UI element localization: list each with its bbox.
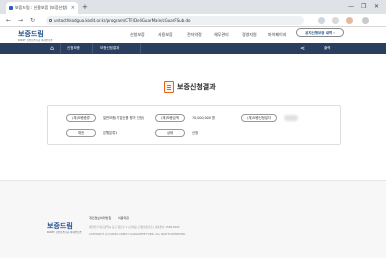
footer-copyright: COPYRIGHT (C) KOREA CREDIT GUARANTEE FUN… bbox=[89, 233, 187, 236]
breadcrumb-level-1[interactable]: 신청보증 bbox=[67, 45, 80, 52]
forward-icon[interactable]: → bbox=[18, 16, 23, 25]
notice-application-button[interactable]: 공지신청보증 내역 › bbox=[296, 28, 344, 37]
status-label: 상태 bbox=[155, 129, 185, 137]
browser-tab-bar: 보증드림 : 신용보증 (보증신청) × + — ❐ ✕ bbox=[0, 0, 386, 14]
guarantee-type-value: 일반보증(기업신용 평가 인정) bbox=[103, 116, 145, 120]
share-icon[interactable]: ⋖ bbox=[300, 44, 305, 53]
url-field[interactable]: untacthkodgua.kodit.or.kr/program/CTF/De… bbox=[46, 16, 304, 25]
status-value: 신청 bbox=[192, 131, 199, 135]
nav-use-guarantee[interactable]: 사용보증 bbox=[158, 32, 173, 38]
breadcrumb-level-2[interactable]: 보증신청결과 bbox=[100, 45, 119, 52]
footer-logo: 보증드림 bbox=[47, 222, 73, 230]
bookmark-icon[interactable] bbox=[332, 17, 339, 24]
address-bar: ← → ↻ untacthkodgua.kodit.or.kr/program/… bbox=[0, 14, 386, 27]
bond-value: 은행분류1 bbox=[103, 131, 118, 135]
guarantee-amount-value: 70,000,000 원 bbox=[192, 116, 215, 120]
nav-e-contract[interactable]: 전자약정 bbox=[187, 32, 202, 38]
reload-icon[interactable]: ↻ bbox=[30, 16, 35, 25]
guarantee-amount-label: (재)보증금액 bbox=[155, 114, 185, 122]
browser-tab-title: 보증드림 : 신용보증 (보증신청) bbox=[15, 5, 68, 10]
profile-avatar-icon[interactable] bbox=[346, 17, 353, 24]
footer-address: 대한민국 대구광역시 동구 첨단로 7 (신서동) 신용보증기금 | 대표번호 … bbox=[89, 226, 180, 229]
site-footer bbox=[0, 180, 386, 258]
bond-label: 채권 bbox=[66, 129, 96, 137]
application-date-label: (재)보증신청일자 bbox=[241, 114, 277, 122]
site-logo[interactable]: 보증드림 bbox=[18, 30, 44, 38]
privacy-policy-link[interactable]: 개인정보처리방침 bbox=[89, 216, 111, 220]
print-button[interactable]: 출력 bbox=[324, 44, 330, 53]
divider bbox=[140, 43, 141, 54]
favicon-icon bbox=[9, 6, 13, 10]
footer-logo-sub: KODIT 신용보증기금 비대면보증 bbox=[47, 231, 82, 234]
lock-icon bbox=[49, 19, 52, 22]
page-title: 보증신청결과 bbox=[177, 83, 216, 91]
divider bbox=[60, 43, 61, 54]
divider bbox=[92, 43, 93, 54]
url-text: untacthkodgua.kodit.or.kr/program/CTF/De… bbox=[54, 18, 191, 23]
nav-my-page[interactable]: 마이페이지 bbox=[268, 32, 286, 38]
menu-icon[interactable] bbox=[362, 17, 369, 24]
terms-link[interactable]: 이용약관 bbox=[118, 216, 129, 220]
browser-tab[interactable]: 보증드림 : 신용보증 (보증신청) × bbox=[6, 2, 78, 14]
close-tab-icon[interactable]: × bbox=[71, 2, 75, 14]
guarantee-type-label: (재)보증종류 bbox=[66, 114, 96, 122]
nav-management-support[interactable]: 경영지원 bbox=[242, 32, 257, 38]
result-info-box bbox=[47, 105, 341, 145]
nav-apply-guarantee[interactable]: 신청보증 bbox=[130, 32, 145, 38]
redacted-date-value bbox=[284, 115, 298, 121]
document-icon bbox=[164, 81, 174, 93]
minimize-icon[interactable]: — bbox=[348, 2, 354, 12]
site-logo-sub: KODIT 신용보증기금 비대면보증 bbox=[18, 39, 53, 42]
close-window-icon[interactable]: ✕ bbox=[374, 2, 379, 12]
home-icon[interactable]: ⌂ bbox=[46, 44, 58, 53]
new-tab-button[interactable]: + bbox=[82, 2, 88, 12]
nav-debt-management[interactable]: 채무관리 bbox=[214, 32, 229, 38]
extension-icon[interactable] bbox=[318, 17, 325, 24]
back-icon[interactable]: ← bbox=[6, 16, 11, 25]
maximize-icon[interactable]: ❐ bbox=[361, 2, 366, 12]
